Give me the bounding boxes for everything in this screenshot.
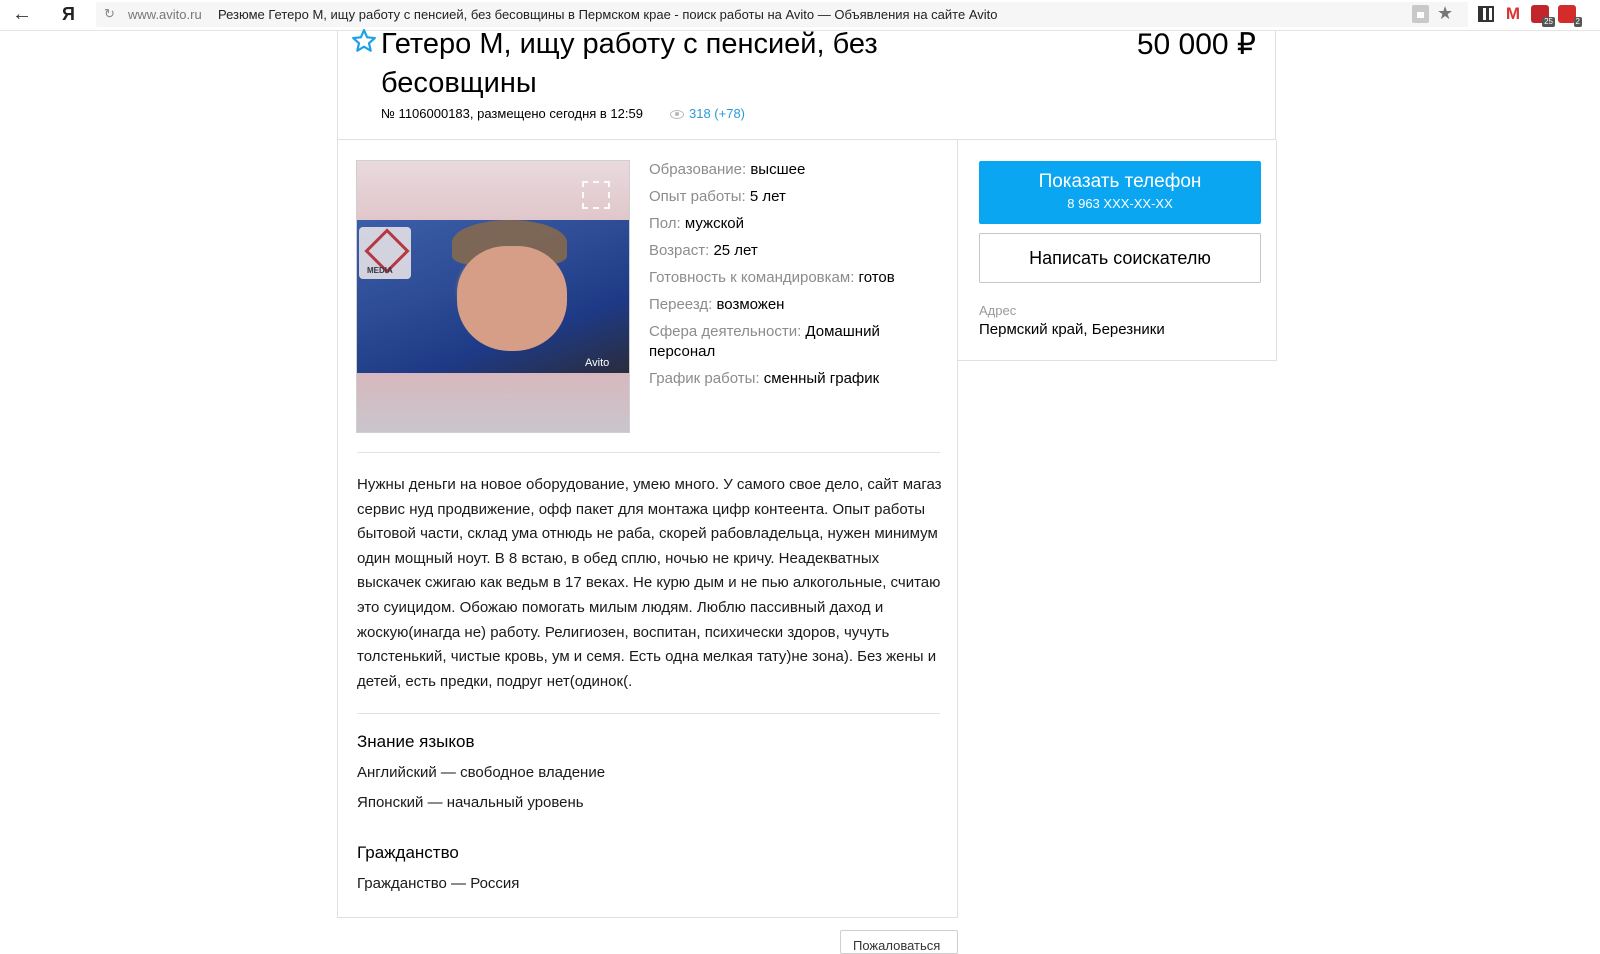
param-value: 25 лет — [713, 242, 758, 259]
param-experience: Опыт работы: 5 лет — [649, 187, 786, 207]
param-age: Возраст: 25 лет — [649, 241, 758, 261]
photo-blur-bottom — [357, 373, 629, 432]
photo-face — [457, 246, 567, 351]
language-item: Японский — начальный уровень — [357, 794, 584, 811]
param-value: мужской — [684, 215, 745, 232]
listing-title: Гетеро М, ищу работу с пенсией, без бесо… — [381, 28, 878, 99]
param-education: Образование: высшее — [649, 160, 805, 180]
bookmark-star-icon[interactable]: ★ — [1437, 3, 1453, 24]
gmail-icon[interactable]: M — [1504, 5, 1522, 23]
extension-icon[interactable]: 2 — [1558, 5, 1582, 27]
param-label: Пол: — [649, 215, 681, 232]
param-gender: Пол: мужской — [649, 214, 744, 234]
citizenship-value: Гражданство — Россия — [357, 875, 520, 892]
param-value: высшее — [750, 161, 806, 178]
param-label: Опыт работы: — [649, 188, 746, 205]
views-count[interactable]: 318 (+78) — [689, 106, 745, 121]
param-label: График работы: — [649, 370, 760, 387]
extension-badge: 2 — [1573, 17, 1582, 27]
address-value: Пермский край, Березники — [979, 321, 1165, 338]
param-value: возможен — [716, 296, 785, 313]
param-label: Переезд: — [649, 296, 713, 313]
divider — [357, 452, 940, 453]
description-text: Нужны деньги на новое оборудование, умею… — [357, 476, 942, 690]
back-arrow-icon[interactable]: ← — [12, 3, 32, 25]
masked-phone-number: 8 963 XXX-XX-XX — [1067, 196, 1173, 211]
param-value: готов — [858, 269, 895, 286]
param-schedule: График работы: сменный график — [649, 369, 879, 389]
param-label: Возраст: — [649, 242, 710, 259]
language-item: Английский — свободное владение — [357, 764, 606, 781]
param-label: Образование: — [649, 161, 747, 178]
listing-meta: № 1106000183, размещено сегодня в 12:59 — [381, 106, 643, 121]
eye-icon — [670, 110, 684, 119]
param-label: Готовность к командировкам: — [649, 269, 855, 286]
write-to-applicant-button[interactable]: Написать соискателю — [979, 233, 1261, 283]
address-domain[interactable]: www.avito.ru — [128, 7, 202, 22]
qr-code-icon[interactable] — [1478, 6, 1494, 22]
param-value: сменный график — [763, 370, 880, 387]
citizenship-title: Гражданство — [357, 843, 459, 862]
languages-title: Знание языков — [357, 732, 475, 751]
report-button[interactable]: Пожаловаться — [840, 930, 958, 954]
favorite-star-icon[interactable] — [351, 28, 377, 54]
param-value: 5 лет — [749, 188, 786, 205]
profile-photo[interactable]: Avito — [356, 160, 630, 433]
reload-icon[interactable]: ↻ — [104, 6, 115, 22]
media-logo-sticker — [359, 227, 411, 279]
avito-watermark: Avito — [585, 357, 610, 369]
divider — [357, 713, 940, 714]
param-label: Сфера деятельности: — [649, 323, 802, 340]
param-relocation: Переезд: возможен — [649, 295, 784, 315]
lock-icon[interactable] — [1412, 5, 1429, 23]
yandex-logo[interactable]: Я — [62, 4, 75, 25]
show-phone-label: Показать телефон — [1038, 171, 1202, 192]
extension-icon[interactable]: 25 — [1531, 5, 1555, 27]
page-tab-title: Резюме Гетеро М, ищу работу с пенсией, б… — [218, 7, 998, 22]
extension-badge: 25 — [1542, 17, 1555, 27]
show-phone-button[interactable]: Показать телефон 8 963 XXX-XX-XX — [979, 161, 1261, 224]
param-field: Сфера деятельности: Домашний персонал — [649, 322, 919, 362]
address-label: Адрес — [979, 303, 1017, 318]
listing-price: 50 000 ₽ — [1136, 28, 1256, 61]
expand-fullscreen-icon[interactable] — [582, 181, 610, 209]
param-business-trips: Готовность к командировкам: готов — [649, 268, 895, 288]
